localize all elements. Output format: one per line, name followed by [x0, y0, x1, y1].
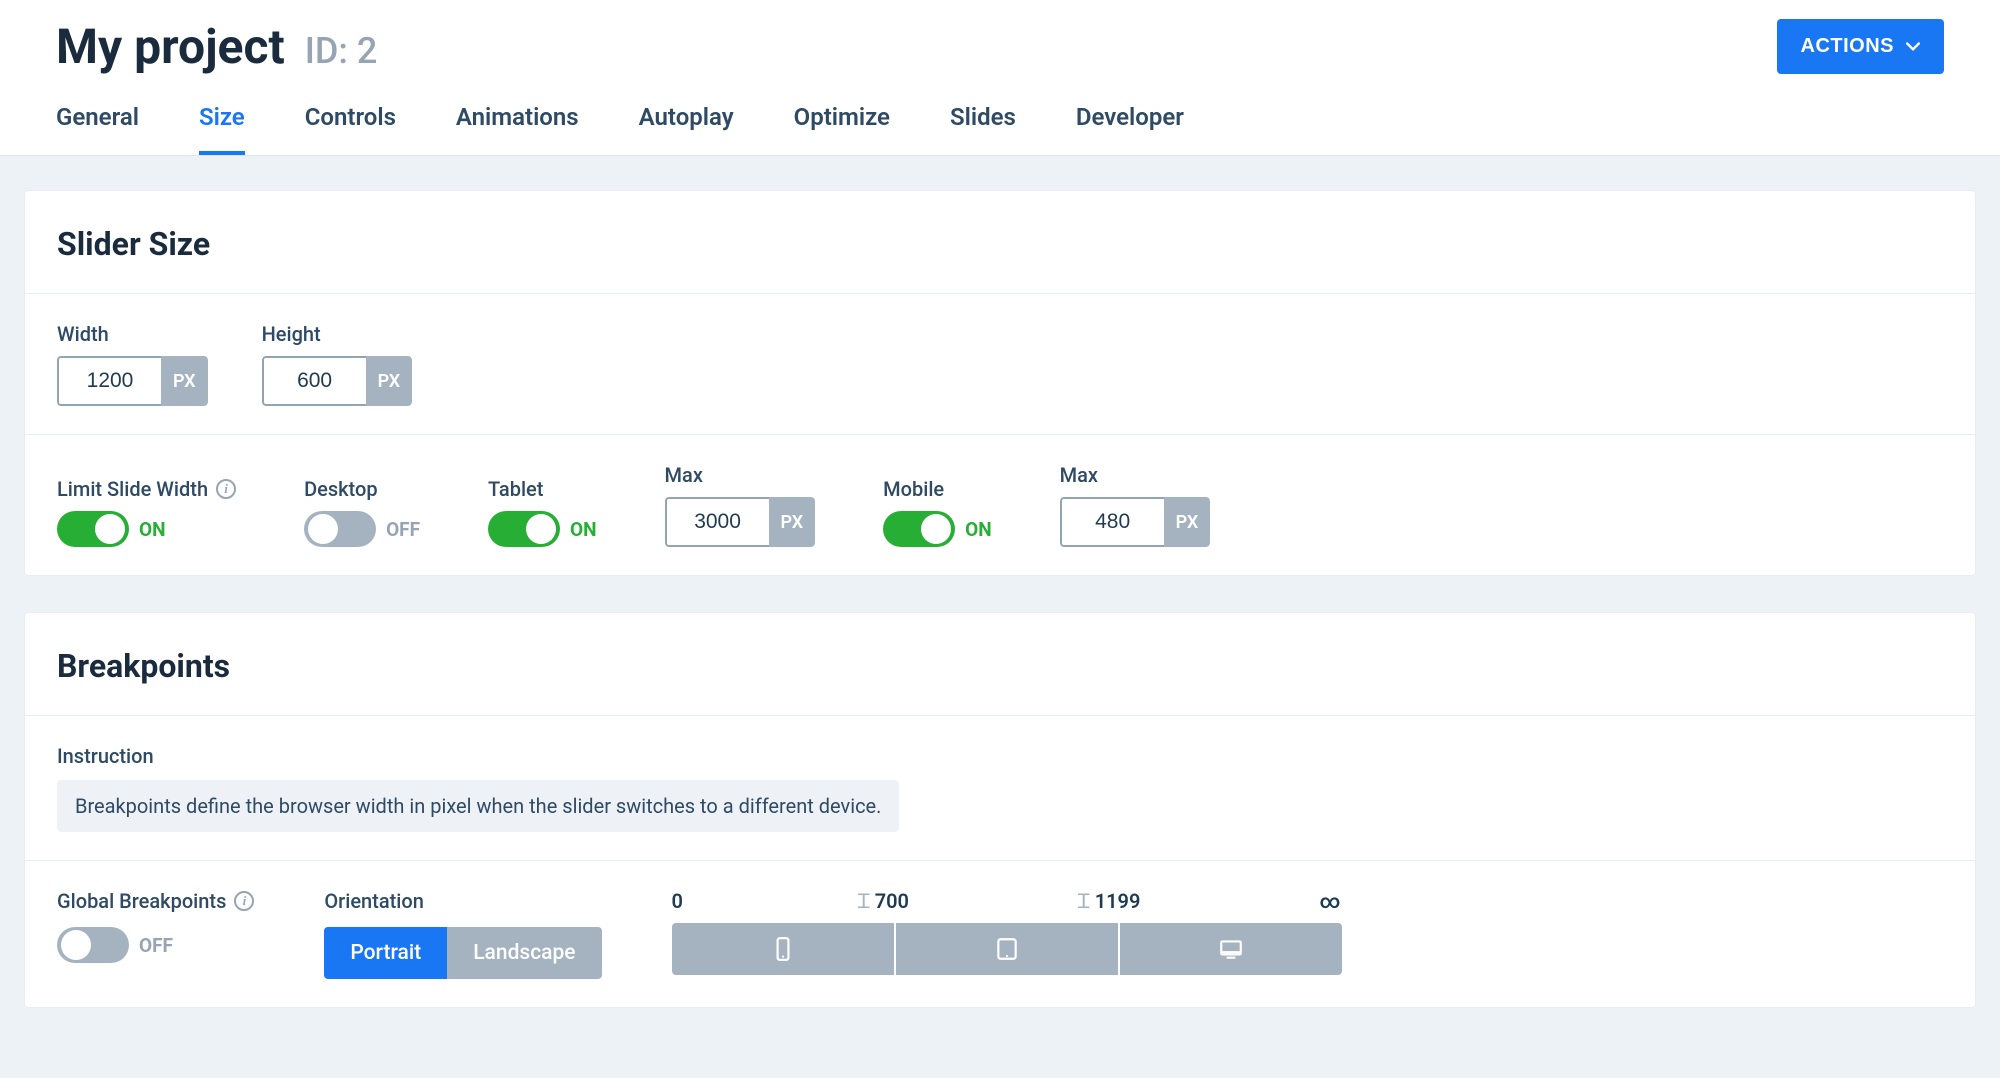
breakpoint-end: ∞: [1320, 889, 1341, 913]
limit-slide-width-state: ON: [139, 518, 166, 541]
slider-size-card: Slider Size Width PX Height PX: [24, 190, 1976, 576]
mobile-icon: [770, 936, 796, 962]
breakpoint-start: 0: [672, 889, 683, 913]
actions-button[interactable]: ACTIONS: [1777, 19, 1945, 74]
orientation-landscape[interactable]: Landscape: [447, 927, 601, 979]
tab-autoplay[interactable]: Autoplay: [639, 103, 734, 155]
orientation-portrait[interactable]: Portrait: [324, 927, 447, 979]
text-cursor-icon: Ꮖ: [858, 889, 871, 913]
desktop-state: OFF: [386, 518, 420, 541]
text-cursor-icon: Ꮖ: [1078, 889, 1091, 913]
project-id: ID: 2: [305, 30, 378, 72]
tablet-state: ON: [570, 518, 597, 541]
height-unit: PX: [366, 356, 413, 406]
height-input[interactable]: [262, 356, 366, 406]
breakpoints-heading: Breakpoints: [57, 647, 1943, 685]
tabs: General Size Controls Animations Autopla…: [0, 75, 2000, 156]
mobile-max-label: Max: [1060, 463, 1211, 487]
tab-general[interactable]: General: [56, 103, 139, 155]
tab-developer[interactable]: Developer: [1076, 103, 1184, 155]
breakpoints-card: Breakpoints Instruction Breakpoints defi…: [24, 612, 1976, 1008]
mobile-state: ON: [965, 518, 992, 541]
breakpoint-bar[interactable]: [672, 923, 1342, 975]
breakpoint-seg-desktop[interactable]: [1120, 923, 1342, 975]
mobile-max-unit: PX: [1164, 497, 1211, 547]
height-label: Height: [262, 322, 413, 346]
mobile-label: Mobile: [883, 477, 992, 501]
chevron-down-icon: [1906, 40, 1920, 54]
actions-button-label: ACTIONS: [1801, 35, 1895, 58]
mobile-max-input[interactable]: [1060, 497, 1164, 547]
desktop-icon: [1218, 936, 1244, 962]
global-breakpoints-toggle[interactable]: [57, 927, 129, 963]
breakpoint-seg-mobile[interactable]: [672, 923, 896, 975]
desktop-label: Desktop: [304, 477, 420, 501]
desktop-toggle[interactable]: [304, 511, 376, 547]
tab-optimize[interactable]: Optimize: [794, 103, 890, 155]
orientation-label: Orientation: [324, 889, 601, 913]
tab-slides[interactable]: Slides: [950, 103, 1016, 155]
tablet-toggle[interactable]: [488, 511, 560, 547]
limit-slide-width-label: Limit Slide Width: [57, 477, 208, 501]
tablet-max-unit: PX: [769, 497, 816, 547]
tablet-icon: [994, 936, 1020, 962]
tab-controls[interactable]: Controls: [305, 103, 396, 155]
orientation-segmented: Portrait Landscape: [324, 927, 601, 979]
page-title: My project: [56, 18, 285, 75]
slider-size-heading: Slider Size: [57, 225, 1943, 263]
instruction-text: Breakpoints define the browser width in …: [57, 780, 899, 832]
mobile-toggle[interactable]: [883, 511, 955, 547]
breakpoint-b1[interactable]: 700: [875, 889, 909, 913]
tablet-label: Tablet: [488, 477, 597, 501]
limit-slide-width-toggle[interactable]: [57, 511, 129, 547]
info-icon[interactable]: i: [234, 891, 254, 911]
instruction-label: Instruction: [57, 744, 154, 768]
breakpoint-labels: 0 Ꮖ 700 Ꮖ 1199 ∞: [672, 889, 1342, 913]
tablet-max-label: Max: [665, 463, 816, 487]
info-icon[interactable]: i: [216, 479, 236, 499]
breakpoint-seg-tablet[interactable]: [896, 923, 1120, 975]
width-unit: PX: [161, 356, 208, 406]
breakpoint-b2[interactable]: 1199: [1095, 889, 1141, 913]
tablet-max-input[interactable]: [665, 497, 769, 547]
width-input[interactable]: [57, 356, 161, 406]
global-breakpoints-state: OFF: [139, 934, 173, 957]
tab-animations[interactable]: Animations: [456, 103, 579, 155]
width-label: Width: [57, 322, 208, 346]
global-breakpoints-label: Global Breakpoints: [57, 889, 226, 913]
tab-size[interactable]: Size: [199, 103, 245, 155]
